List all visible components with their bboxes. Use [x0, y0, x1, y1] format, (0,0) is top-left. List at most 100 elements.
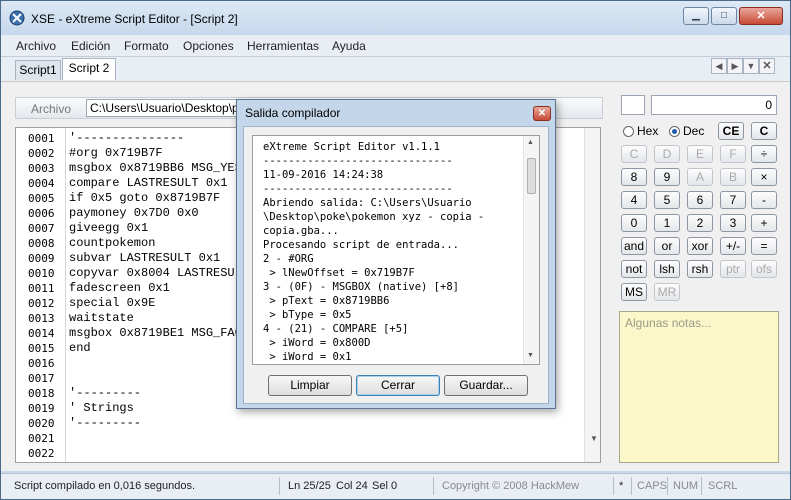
calc-button[interactable]: 8	[621, 168, 647, 186]
dialog-body: eXtreme Script Editor v1.1.1 ------------…	[243, 126, 549, 404]
tab-script2[interactable]: Script 2	[62, 58, 116, 80]
code-line[interactable]: msgbox 0x8719BE1 MSG_FAC	[69, 326, 242, 340]
line-number: 0007	[28, 222, 55, 235]
code-line[interactable]: countpokemon	[69, 236, 155, 250]
calc-button[interactable]: 3	[720, 214, 746, 232]
menu-edicion[interactable]: Edición	[71, 39, 110, 53]
editor-vertical-scrollbar[interactable]: ▼	[584, 128, 600, 462]
calc-button[interactable]: lsh	[654, 260, 680, 278]
code-line[interactable]: fadescreen 0x1	[69, 281, 170, 295]
code-line[interactable]: end	[69, 341, 91, 355]
calc-button[interactable]: 2	[687, 214, 713, 232]
status-message: Script compilado en 0,016 segundos.	[14, 480, 196, 492]
calc-button[interactable]: F	[720, 145, 746, 163]
calc-button[interactable]: 4	[621, 191, 647, 209]
scroll-up-icon[interactable]: ▲	[527, 139, 534, 146]
cerrar-button[interactable]: Cerrar	[356, 375, 440, 396]
menu-bar: Archivo Edición Formato Opciones Herrami…	[1, 35, 790, 57]
calc-button[interactable]: MS	[621, 283, 647, 301]
calc-button[interactable]: =	[751, 237, 777, 255]
calc-button[interactable]: B	[720, 168, 746, 186]
calc-button[interactable]: C	[621, 145, 647, 163]
calc-button[interactable]: ptr	[720, 260, 746, 278]
calc-button[interactable]: ÷	[751, 145, 777, 163]
calc-button[interactable]: -	[751, 191, 777, 209]
line-number: 0002	[28, 147, 55, 160]
calc-button[interactable]: +/-	[720, 237, 746, 255]
code-line[interactable]: '---------	[69, 416, 141, 430]
code-line[interactable]: copyvar 0x8004 LASTRESUL	[69, 266, 242, 280]
code-line[interactable]: paymoney 0x7D0 0x0	[69, 206, 199, 220]
calc-button[interactable]: 1	[654, 214, 680, 232]
code-line[interactable]: '---------------	[69, 131, 184, 145]
dialog-close-button[interactable]: ✕	[533, 106, 551, 121]
line-number: 0019	[28, 402, 55, 415]
maximize-button[interactable]: □	[711, 7, 737, 25]
code-line[interactable]: subvar LASTRESULT 0x1	[69, 251, 220, 265]
calc-button[interactable]: 6	[687, 191, 713, 209]
calc-button[interactable]: E	[687, 145, 713, 163]
menu-ayuda[interactable]: Ayuda	[332, 39, 366, 53]
calc-button[interactable]: not	[621, 260, 647, 278]
code-line[interactable]: special 0x9E	[69, 296, 155, 310]
radio-dec[interactable]: Dec	[669, 124, 704, 138]
calc-button[interactable]: +	[751, 214, 777, 232]
calc-button[interactable]: xor	[687, 237, 713, 255]
calc-button[interactable]: and	[621, 237, 647, 255]
scroll-down-icon[interactable]: ▼	[590, 434, 598, 443]
calc-button[interactable]: rsh	[687, 260, 713, 278]
tab-list-button[interactable]: ▼	[743, 58, 759, 74]
calc-button-ce[interactable]: CE	[718, 122, 744, 140]
chevron-left-icon: ◀	[715, 61, 723, 71]
code-line[interactable]: ' Strings	[69, 401, 134, 415]
compiler-log[interactable]: eXtreme Script Editor v1.1.1 ------------…	[252, 135, 540, 365]
close-window-button[interactable]: ✕	[739, 7, 783, 25]
calc-button[interactable]: 5	[654, 191, 680, 209]
guardar-button[interactable]: Guardar...	[444, 375, 528, 396]
radio-hex[interactable]: Hex	[623, 124, 658, 138]
log-line: 11-09-2016 14:24:38	[263, 169, 384, 181]
tab-scroll-left-button[interactable]: ◀	[711, 58, 727, 74]
menu-herramientas[interactable]: Herramientas	[247, 39, 319, 53]
window-title: XSE - eXtreme Script Editor - [Script 2]	[31, 12, 238, 26]
calc-button[interactable]: 7	[720, 191, 746, 209]
calc-button[interactable]: A	[687, 168, 713, 186]
calc-button[interactable]: 0	[621, 214, 647, 232]
minimize-button[interactable]: ▁	[683, 7, 709, 25]
code-line[interactable]: #org 0x719B7F	[69, 146, 163, 160]
calc-button[interactable]: or	[654, 237, 680, 255]
menu-archivo[interactable]: Archivo	[16, 39, 56, 53]
code-line[interactable]: compare LASTRESULT 0x1	[69, 176, 227, 190]
app-window: XSE - eXtreme Script Editor - [Script 2]…	[0, 0, 791, 500]
status-selection: Sel 0	[372, 480, 398, 492]
code-line[interactable]: waitstate	[69, 311, 134, 325]
line-number: 0011	[28, 282, 55, 295]
line-number: 0003	[28, 162, 55, 175]
code-line[interactable]: if 0x5 goto 0x8719B7F	[69, 191, 220, 205]
code-line[interactable]: msgbox 0x8719BB6 MSG_YES	[69, 161, 242, 175]
limpiar-button[interactable]: Limpiar	[268, 375, 352, 396]
log-line: \Desktop\poke\pokemon xyz - copia -	[263, 211, 485, 223]
tab-scroll-right-button[interactable]: ▶	[727, 58, 743, 74]
log-line: 2 - #ORG	[263, 253, 314, 265]
log-vertical-scrollbar[interactable]: ▲ ▼	[523, 136, 539, 364]
code-line[interactable]: '---------	[69, 386, 141, 400]
code-line[interactable]: giveegg 0x1	[69, 221, 148, 235]
calc-button[interactable]: ofs	[751, 260, 777, 278]
calc-button[interactable]: 9	[654, 168, 680, 186]
title-bar[interactable]: XSE - eXtreme Script Editor - [Script 2]…	[1, 1, 790, 35]
menu-formato[interactable]: Formato	[124, 39, 169, 53]
line-number: 0017	[28, 372, 55, 385]
xse-app-icon	[9, 10, 25, 26]
calc-button[interactable]: D	[654, 145, 680, 163]
scroll-down-icon[interactable]: ▼	[527, 352, 534, 359]
calc-button[interactable]: ×	[751, 168, 777, 186]
tab-script1[interactable]: Script1	[15, 60, 61, 80]
calc-button-c[interactable]: C	[751, 122, 777, 140]
close-tab-button[interactable]: ✕	[759, 58, 775, 74]
calc-button[interactable]: MR	[654, 283, 680, 301]
log-scroll-thumb[interactable]	[527, 158, 536, 194]
calculator-memory-indicator	[621, 95, 645, 115]
notes-area[interactable]: Algunas notas...	[619, 311, 779, 463]
menu-opciones[interactable]: Opciones	[183, 39, 234, 53]
